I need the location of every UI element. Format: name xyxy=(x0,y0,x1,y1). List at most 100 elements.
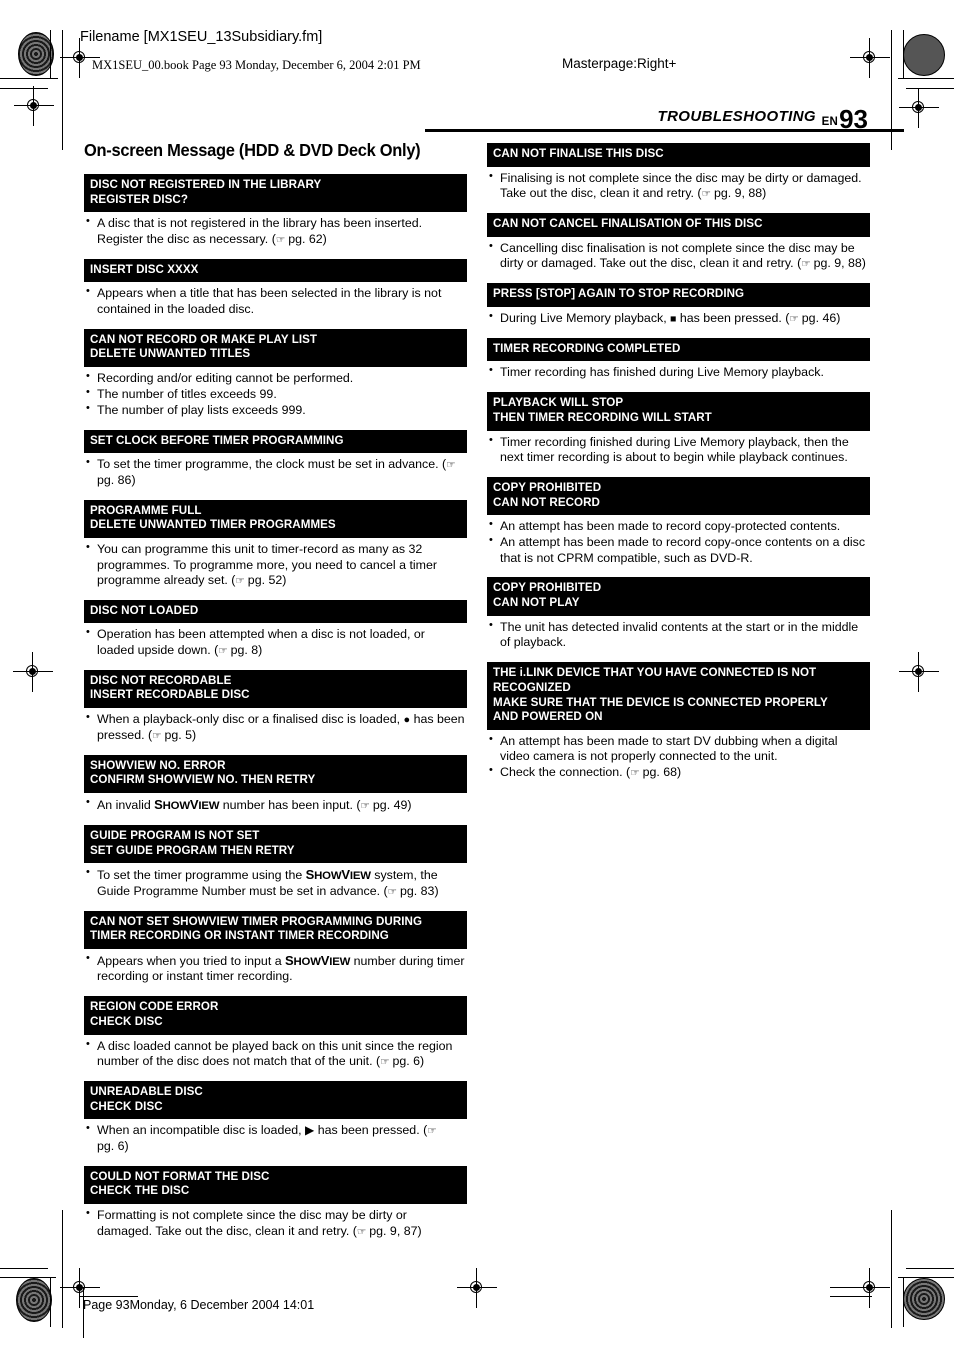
message-description: To set the timer programme, the clock mu… xyxy=(84,453,467,498)
message-header-line: INSERT RECORDABLE DISC xyxy=(90,688,250,702)
bullet-list: Recording and/or editing cannot be perfo… xyxy=(86,370,465,418)
message-description: An invalid SHOWVIEW number has been inpu… xyxy=(84,793,467,824)
registration-mark xyxy=(850,1268,890,1308)
crop-line xyxy=(830,1296,872,1297)
message-block: CAN NOT FINALISE THIS DISC Finalising is … xyxy=(487,143,870,212)
message-block: REGION CODE ERRORCHECK DISC A disc loaded… xyxy=(84,996,467,1080)
crop-line xyxy=(0,78,58,79)
message-description: During Live Memory playback, ■ has been … xyxy=(487,307,870,337)
bullet-item: Timer recording has finished during Live… xyxy=(489,364,868,380)
slug-masterpage: Masterpage:Right+ xyxy=(562,56,677,71)
message-header-line: REGION CODE ERROR xyxy=(90,1000,219,1014)
registration-mark xyxy=(850,38,890,78)
message-description: Recording and/or editing cannot be perfo… xyxy=(84,367,467,429)
bullet-list: The unit has detected invalid contents a… xyxy=(489,619,868,651)
bullet-list: To set the timer programme using the SHO… xyxy=(86,866,465,899)
message-description: A disc loaded cannot be played back on t… xyxy=(84,1035,467,1080)
message-column-left: DISC NOT REGISTERED IN THE LIBRARY REGIST… xyxy=(84,174,467,1250)
bullet-item: The number of play lists exceeds 999. xyxy=(86,402,465,418)
bullet-list: When an incompatible disc is loaded, ▶ h… xyxy=(86,1122,465,1154)
bullet-item: An attempt has been made to start DV dub… xyxy=(489,733,868,765)
message-header-line: CHECK DISC xyxy=(90,1015,163,1029)
message-header-line: CAN NOT RECORD xyxy=(493,495,600,509)
message-block: PLAYBACK WILL STOP THEN TIMER RECORDING W… xyxy=(487,392,870,476)
message-header-line: CAN NOT PLAY xyxy=(493,596,580,610)
bullet-list: An attempt has been made to record copy-… xyxy=(489,518,868,566)
message-header: DISC NOT RECORDABLE INSERT RECORDABLE DIS… xyxy=(84,669,467,709)
crop-line xyxy=(906,1268,954,1269)
message-block: COPY PROHIBITEDCAN NOT RECORD An attempt … xyxy=(487,476,870,577)
crop-line xyxy=(83,1288,84,1338)
registration-mark xyxy=(14,86,54,126)
bullet-list: During Live Memory playback, ■ has been … xyxy=(489,310,868,326)
bullet-list: An attempt has been made to start DV dub… xyxy=(489,733,868,781)
message-block: COULD NOT FORMAT THE DISCCHECK THE DISCF… xyxy=(84,1165,467,1250)
language-code: EN xyxy=(821,116,838,128)
message-header-line: DISC NOT RECORDABLE xyxy=(90,673,232,687)
message-column-right: CAN NOT FINALISE THIS DISC Finalising is … xyxy=(487,143,870,792)
bullet-item: Check the connection. (☞ pg. 68) xyxy=(489,764,868,780)
crop-line xyxy=(0,88,48,89)
crop-line xyxy=(898,1277,954,1278)
message-block: DISC NOT REGISTERED IN THE LIBRARY REGIST… xyxy=(84,174,467,258)
message-description: To set the timer programme using the SHO… xyxy=(84,863,467,909)
bullet-list: Timer recording finished during Live Mem… xyxy=(489,434,868,466)
message-header: THE i.LINK DEVICE THAT YOU HAVE CONNECTE… xyxy=(487,662,870,730)
crop-line xyxy=(898,78,954,79)
message-header-line: REGISTER DISC? xyxy=(90,192,188,206)
bullet-list: Timer recording has finished during Live… xyxy=(489,364,868,380)
message-header-line: DISC NOT REGISTERED IN THE LIBRARY xyxy=(90,178,322,191)
density-blob-bottom-left xyxy=(16,1278,52,1322)
page-number: 93 xyxy=(839,104,868,134)
message-header: COPY PROHIBITED CAN NOT PLAY xyxy=(487,577,870,616)
message-header-line: PLAYBACK WILL STOP xyxy=(493,396,624,410)
bullet-item: A disc loaded cannot be played back on t… xyxy=(86,1038,465,1070)
bullet-list: A disc loaded cannot be played back on t… xyxy=(86,1038,465,1070)
bullet-list: Appears when you tried to input a SHOWVI… xyxy=(86,952,465,985)
message-header: PROGRAMME FULL DELETE UNWANTED TIMER PROG… xyxy=(84,499,467,539)
density-blob-top-right xyxy=(903,34,945,76)
message-block: THE i.LINK DEVICE THAT YOU HAVE CONNECTE… xyxy=(487,662,870,791)
registration-mark xyxy=(899,652,939,692)
density-blob-bottom-right xyxy=(903,1278,945,1320)
message-header-line: CAN NOT SET SHOWVIEW TIMER PROGRAMMING D… xyxy=(90,914,423,928)
message-block: COPY PROHIBITEDCAN NOT PLAYThe unit has … xyxy=(487,577,870,661)
message-block: INSERT DISC XXXX Appears when a title tha… xyxy=(84,258,467,328)
bullet-list: A disc that is not registered in the lib… xyxy=(86,215,465,247)
crop-line xyxy=(0,1268,48,1269)
message-description: Appears when you tried to input a SHOWVI… xyxy=(84,949,467,995)
message-header-line: SET GUIDE PROGRAM THEN RETRY xyxy=(90,843,295,857)
message-header: CAN NOT FINALISE THIS DISC xyxy=(487,143,870,167)
message-header-line: PROGRAMME FULL xyxy=(90,503,202,517)
message-header: TIMER RECORDING COMPLETED xyxy=(487,337,870,362)
crop-line xyxy=(50,30,51,78)
bullet-item: Recording and/or editing cannot be perfo… xyxy=(86,370,465,386)
message-block: DISC NOT LOADED Operation has been attemp… xyxy=(84,599,467,669)
bullet-list: Cancelling disc finalisation is not comp… xyxy=(489,240,868,272)
message-header-line: CAN NOT CANCEL FINALISATION OF THIS DISC xyxy=(493,216,763,230)
message-block: CAN NOT CANCEL FINALISATION OF THIS DISC… xyxy=(487,212,870,282)
message-header: CAN NOT SET SHOWVIEW TIMER PROGRAMMING D… xyxy=(84,910,467,950)
bullet-item: Cancelling disc finalisation is not comp… xyxy=(489,240,868,272)
message-description: When a playback-only disc or a finalised… xyxy=(84,708,467,754)
bullet-item: The unit has detected invalid contents a… xyxy=(489,619,868,651)
running-head-title: TROUBLESHOOTING xyxy=(657,108,816,125)
bullet-item: An invalid SHOWVIEW number has been inpu… xyxy=(86,796,465,813)
crop-line xyxy=(80,1296,138,1297)
message-header-line: CHECK THE DISC xyxy=(90,1184,190,1198)
message-description: Operation has been attempted when a disc… xyxy=(84,623,467,668)
section-title: On-screen Message (HDD & DVD Deck Only) xyxy=(84,140,421,160)
message-header-line: AND POWERED ON xyxy=(493,710,603,724)
registration-mark xyxy=(13,652,53,692)
message-description: Cancelling disc finalisation is not comp… xyxy=(487,237,870,282)
message-header-line: CHECK DISC xyxy=(90,1099,163,1113)
message-header: CAN NOT RECORD OR MAKE PLAY LIST DELETE U… xyxy=(84,328,467,368)
message-header: COULD NOT FORMAT THE DISC CHECK THE DISC xyxy=(84,1165,467,1205)
bullet-item: Appears when you tried to input a SHOWVI… xyxy=(86,952,465,985)
message-description: When an incompatible disc is loaded, ▶ h… xyxy=(84,1119,467,1164)
message-block: PRESS [STOP] AGAIN TO STOP RECORDING Duri… xyxy=(487,282,870,337)
crop-line xyxy=(62,1210,63,1328)
message-header-line: COPY PROHIBITED xyxy=(493,581,602,595)
message-header-line: PRESS [STOP] AGAIN TO STOP RECORDING xyxy=(493,286,745,300)
message-description: Timer recording finished during Live Mem… xyxy=(487,431,870,476)
